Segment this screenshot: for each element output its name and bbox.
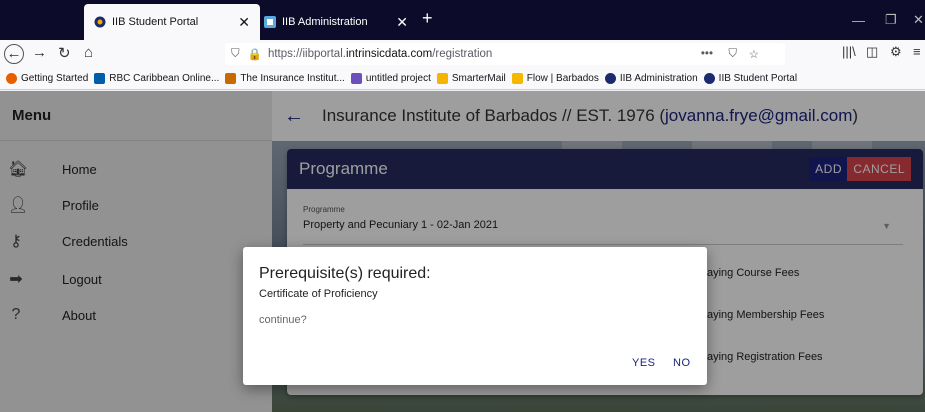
forward-icon[interactable]: → <box>32 44 47 61</box>
project-icon <box>350 73 362 84</box>
extensions-icon[interactable]: ⚙ <box>890 44 902 60</box>
close-window-icon[interactable]: ✕ <box>913 0 924 40</box>
reload-icon[interactable]: ↻ <box>58 44 71 62</box>
close-tab-icon[interactable]: ✕ <box>396 14 408 31</box>
new-tab-button[interactable]: + <box>422 8 433 29</box>
library-icon[interactable]: |||\ <box>842 44 856 59</box>
dialog-subtitle: Certificate of Proficiency <box>259 288 378 300</box>
browser-tab-strip: IIB Student Portal ✕ IIB Administration … <box>0 0 925 40</box>
iib-logo-icon <box>264 16 276 28</box>
iib-logo-icon <box>94 16 106 28</box>
shield-icon: ⛉ <box>231 47 240 60</box>
bookmark-insurance-institute[interactable]: The Insurance Institut... <box>225 73 345 84</box>
restore-icon[interactable]: ❐ <box>885 0 897 40</box>
flow-icon <box>511 73 523 84</box>
url-text: https://iibportal.intrinsicdata.com/regi… <box>267 48 493 60</box>
institute-icon <box>225 73 237 84</box>
prerequisite-dialog: Prerequisite(s) required: Certificate of… <box>243 247 707 385</box>
bookmark-smartermail[interactable]: SmarterMail <box>436 73 506 84</box>
bookmark-rbc[interactable]: RBC Caribbean Online... <box>94 73 219 84</box>
bookmark-untitled-project[interactable]: untitled project <box>350 73 431 84</box>
mail-icon <box>436 73 448 84</box>
yes-button[interactable]: YES <box>632 357 656 369</box>
no-button[interactable]: NO <box>673 357 691 369</box>
firefox-icon <box>6 73 17 84</box>
bookmarks-bar: Getting Started RBC Caribbean Online... … <box>0 68 925 90</box>
url-bar[interactable]: ⛉ 🔒 https://iibportal.intrinsicdata.com/… <box>225 43 785 65</box>
dialog-title: Prerequisite(s) required: <box>259 265 431 282</box>
tab-iib-student-portal[interactable]: IIB Student Portal ✕ <box>84 4 260 40</box>
lock-icon: 🔒 <box>247 49 262 61</box>
bookmark-star-icon[interactable]: ☆ <box>749 47 759 61</box>
tab-label: IIB Administration <box>282 16 368 28</box>
iib-logo-icon <box>703 73 715 84</box>
pocket-icon[interactable]: ⛉ <box>728 48 737 61</box>
rbc-icon <box>94 73 106 84</box>
page-actions-icon[interactable]: ••• <box>701 48 713 60</box>
bookmark-getting-started[interactable]: Getting Started <box>6 73 88 84</box>
tab-iib-administration[interactable]: IIB Administration ✕ <box>254 4 418 40</box>
browser-nav-bar: ← → ↻ ⌂ ⛉ 🔒 https://iibportal.intrinsicd… <box>0 40 925 68</box>
dialog-question: continue? <box>259 314 307 326</box>
bookmark-iib-admin[interactable]: IIB Administration <box>604 73 698 84</box>
home-icon[interactable]: ⌂ <box>84 44 93 61</box>
menu-icon[interactable]: ≡ <box>913 44 921 59</box>
close-tab-icon[interactable]: ✕ <box>238 14 250 31</box>
sidebar-toggle-icon[interactable]: ◫ <box>866 44 878 60</box>
bookmark-iib-student[interactable]: IIB Student Portal <box>703 73 797 84</box>
minimize-icon[interactable]: — <box>852 0 865 40</box>
iib-logo-icon <box>604 73 616 84</box>
tab-label: IIB Student Portal <box>112 16 199 28</box>
bookmark-flow[interactable]: Flow | Barbados <box>511 73 599 84</box>
back-icon[interactable]: ← <box>4 44 24 64</box>
